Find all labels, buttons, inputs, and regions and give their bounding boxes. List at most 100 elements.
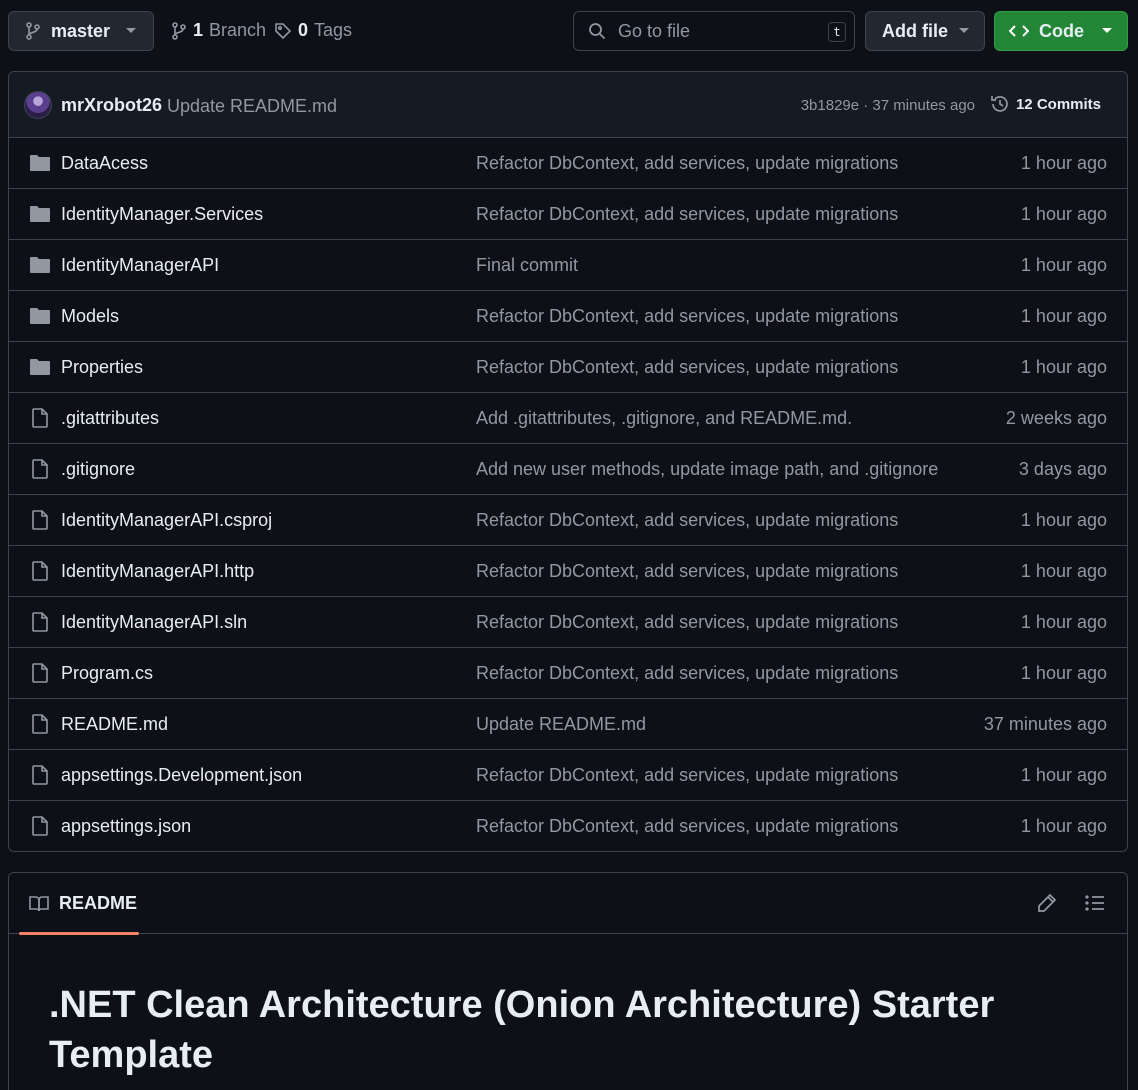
file-commit-message-link[interactable]: Add new user methods, update image path,… [476,459,938,480]
file-icon [32,561,48,581]
file-row[interactable]: appsettings.Development.json Refactor DbC… [9,750,1127,801]
file-name-link[interactable]: README.md [61,714,168,735]
file-name-link[interactable]: .gitignore [61,459,135,480]
file-row[interactable]: README.md Update README.md 37 minutes ago [9,699,1127,750]
file-commit-time: 1 hour ago [1020,153,1107,173]
file-icon [32,459,48,479]
file-row[interactable]: DataAcess Refactor DbContext, add service… [9,138,1127,189]
code-button[interactable]: Code [994,11,1128,51]
file-commit-message-link[interactable]: Refactor DbContext, add services, update… [476,612,898,633]
chevron-down-icon [1102,28,1112,33]
git-branch-icon [172,21,186,40]
file-name-link[interactable]: appsettings.Development.json [61,765,302,786]
history-icon [991,96,1008,112]
avatar[interactable] [24,91,52,119]
file-commit-message-link[interactable]: Refactor DbContext, add services, update… [476,765,898,786]
readme-panel: README .NET Clean Architecture (Onion Ar… [8,872,1128,1090]
file-commit-time: 1 hour ago [1020,612,1107,632]
file-commit-time: 1 hour ago [1020,255,1107,275]
folder-icon [30,308,50,324]
readme-tab-label: README [59,893,138,913]
file-commit-message-link[interactable]: Final commit [476,255,578,276]
file-commit-message-link[interactable]: Refactor DbContext, add services, update… [476,357,898,378]
file-name-link[interactable]: DataAcess [61,153,148,174]
tag-count: 0 [298,20,309,40]
file-row[interactable]: Program.cs Refactor DbContext, add servic… [9,648,1127,699]
file-commit-message-link[interactable]: Refactor DbContext, add services, update… [476,510,898,531]
file-commit-message-link[interactable]: Refactor DbContext, add services, update… [476,204,898,225]
keyboard-shortcut-hint: t [828,22,846,42]
file-commit-time: 1 hour ago [1020,510,1107,530]
go-to-file-input[interactable] [618,20,818,42]
file-name-link[interactable]: IdentityManagerAPI.http [61,561,254,582]
file-browser: mrXrobot26 Update README.md 3b1829e · 37… [8,71,1128,852]
pencil-icon[interactable] [1037,893,1057,913]
folder-icon [30,257,50,273]
chevron-down-icon [959,28,969,33]
branch-selector-button[interactable]: master [8,11,154,51]
code-icon [1009,25,1029,37]
file-name-link[interactable]: IdentityManager.Services [61,204,263,225]
file-row[interactable]: IdentityManagerAPI.csproj Refactor DbCont… [9,495,1127,546]
file-commit-message-link[interactable]: Refactor DbContext, add services, update… [476,663,898,684]
tags-link[interactable]: 0 Tags [274,20,352,41]
file-name-link[interactable]: Models [61,306,119,327]
file-commit-time: 1 hour ago [1020,816,1107,836]
tab-readme[interactable]: README [19,873,139,935]
file-row[interactable]: .gitattributes Add .gitattributes, .gitig… [9,393,1127,444]
file-commit-message-link[interactable]: Update README.md [476,714,646,735]
search-icon [589,23,606,40]
file-row[interactable]: IdentityManagerAPI.sln Refactor DbContext… [9,597,1127,648]
file-row[interactable]: .gitignore Add new user methods, update i… [9,444,1127,495]
go-to-file-search[interactable]: t [573,11,855,51]
file-name-link[interactable]: Properties [61,357,143,378]
file-commit-time: 37 minutes ago [983,714,1107,734]
code-label: Code [1039,20,1084,41]
file-commit-time: 2 weeks ago [1005,408,1107,428]
file-row[interactable]: IdentityManagerAPI.http Refactor DbContex… [9,546,1127,597]
readme-title-line1: .NET Clean Architecture (Onion Architect… [49,984,995,1026]
list-unordered-icon[interactable] [1085,893,1105,913]
file-icon [32,663,48,683]
commit-message-link[interactable]: Update README.md [167,96,337,117]
add-file-button[interactable]: Add file [865,11,985,51]
file-commit-time: 3 days ago [1018,459,1107,479]
file-commit-time: 1 hour ago [1020,663,1107,683]
folder-icon [30,359,50,375]
file-row[interactable]: Properties Refactor DbContext, add servic… [9,342,1127,393]
divider [139,933,1029,934]
branches-link[interactable]: 1 Branch [171,20,266,41]
file-name-link[interactable]: .gitattributes [61,408,159,429]
file-commit-time: 1 hour ago [1020,204,1107,224]
file-commit-message-link[interactable]: Refactor DbContext, add services, update… [476,306,898,327]
git-branch-icon [26,22,40,40]
add-file-label: Add file [882,20,948,41]
file-icon [32,408,48,428]
chevron-down-icon [126,28,136,33]
file-icon [32,765,48,785]
file-name-link[interactable]: Program.cs [61,663,153,684]
file-name-link[interactable]: IdentityManagerAPI [61,255,219,276]
file-name-link[interactable]: appsettings.json [61,816,191,837]
tag-label: Tags [314,20,353,40]
file-commit-message-link[interactable]: Add .gitattributes, .gitignore, and READ… [476,408,852,429]
commit-sha-time[interactable]: 3b1829e · 37 minutes ago [801,97,975,114]
file-commit-message-link[interactable]: Refactor DbContext, add services, update… [476,153,898,174]
file-row[interactable]: appsettings.json Refactor DbContext, add … [9,801,1127,851]
file-commit-time: 1 hour ago [1020,765,1107,785]
file-icon [32,816,48,836]
file-row[interactable]: IdentityManagerAPI Final commit 1 hour ago [9,240,1127,291]
commits-history-link[interactable]: 12 Commits [990,94,1101,114]
file-row[interactable]: Models Refactor DbContext, add services, … [9,291,1127,342]
book-icon [29,895,49,911]
file-name-link[interactable]: IdentityManagerAPI.csproj [61,510,272,531]
commit-author-link[interactable]: mrXrobot26 [61,95,162,116]
readme-header: README [9,873,1127,935]
file-row[interactable]: IdentityManager.Services Refactor DbConte… [9,189,1127,240]
file-commit-time: 1 hour ago [1020,357,1107,377]
tag-icon [275,22,292,39]
folder-icon [30,155,50,171]
file-commit-message-link[interactable]: Refactor DbContext, add services, update… [476,561,898,582]
file-name-link[interactable]: IdentityManagerAPI.sln [61,612,247,633]
file-commit-message-link[interactable]: Refactor DbContext, add services, update… [476,816,898,837]
